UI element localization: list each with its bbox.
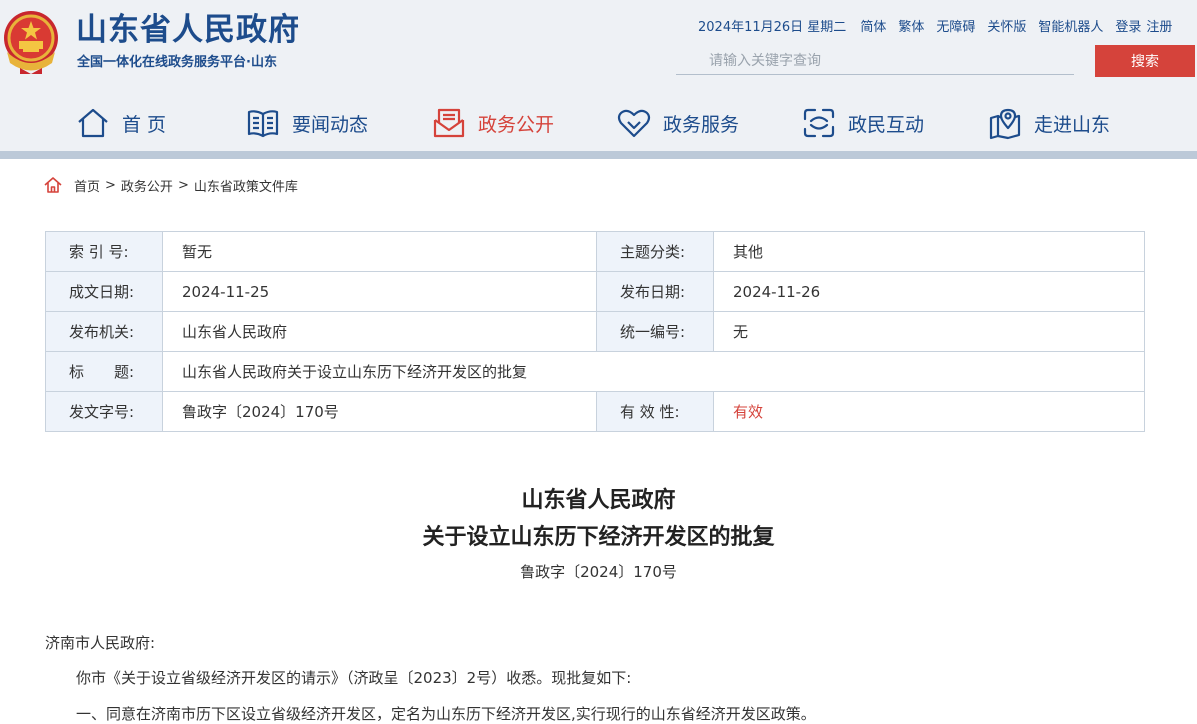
meta-label: 成文日期: [45, 271, 163, 312]
interaction-icon [803, 108, 835, 138]
link-traditional[interactable]: 繁体 [898, 16, 924, 35]
document-title-line2: 关于设立山东历下经济开发区的批复 [422, 525, 775, 550]
nav-item-shandong[interactable]: 走进山东 [988, 100, 1110, 146]
link-smart-robot[interactable]: 智能机器人 [1038, 16, 1103, 35]
nav-label: 首 页 [122, 113, 167, 136]
current-date: 2024年11月26日 星期二 [698, 19, 847, 35]
site-subtitle: 全国一体化在线政务服务平台·山东 [77, 55, 277, 70]
nav-item-home[interactable]: 首 页 [76, 100, 166, 146]
document-metadata-table: 索 引 号: 暂无 主题分类: 其他 成文日期: 2024-11-25 发布日期… [45, 231, 1145, 432]
breadcrumb-separator: > [177, 177, 189, 193]
book-icon [247, 110, 279, 138]
search-input[interactable] [676, 47, 1074, 75]
link-accessibility[interactable]: 无障碍 [936, 16, 975, 35]
meta-value: 鲁政字〔2024〕170号 [162, 391, 597, 432]
table-row: 成文日期: 2024-11-25 发布日期: 2024-11-26 [45, 271, 1145, 312]
nav-label: 政务公开 [478, 113, 555, 136]
document-paragraph: 一、同意在济南市历下区设立省级经济开发区，定名为山东历下经济开发区,实行现行的山… [76, 705, 816, 723]
table-row: 标 题: 山东省人民政府关于设立山东历下经济开发区的批复 [45, 351, 1145, 392]
link-simplified[interactable]: 简体 [860, 16, 886, 35]
meta-value: 2024-11-26 [713, 271, 1145, 312]
site-title[interactable]: 山东省人民政府 [76, 8, 300, 52]
top-utility-bar: 2024年11月26日 星期二 简体 繁体 无障碍 关怀版 智能机器人 登录 注册 [698, 14, 1189, 36]
nav-item-news[interactable]: 要闻动态 [246, 100, 368, 146]
meta-label: 索 引 号: [45, 231, 163, 272]
meta-label: 发文字号: [45, 391, 163, 432]
meta-label: 发布日期: [596, 271, 714, 312]
validity-status: 有效 [713, 391, 1145, 432]
national-emblem-icon[interactable] [2, 8, 60, 76]
header-divider [0, 151, 1197, 159]
search-button[interactable]: 搜索 [1095, 45, 1195, 77]
home-icon [78, 108, 108, 138]
login-link[interactable]: 登录 [1115, 20, 1141, 35]
document-salutation: 济南市人民政府: [45, 634, 156, 652]
meta-label: 发布机关: [45, 311, 163, 352]
nav-label: 政务服务 [663, 113, 740, 136]
meta-label: 标 题: [45, 351, 163, 392]
nav-item-gov-affairs[interactable]: 政务公开 [432, 100, 554, 146]
breadcrumb-item-home[interactable]: 首页 [74, 176, 100, 195]
auth-links: 登录 注册 [1115, 16, 1177, 35]
breadcrumb-item-gov-affairs[interactable]: 政务公开 [121, 176, 173, 195]
meta-label: 有 效 性: [596, 391, 714, 432]
nav-item-interaction[interactable]: 政民互动 [802, 100, 924, 146]
meta-value: 山东省人民政府 [162, 311, 597, 352]
table-row: 索 引 号: 暂无 主题分类: 其他 [45, 231, 1145, 272]
breadcrumb-item-policy-library[interactable]: 山东省政策文件库 [194, 176, 298, 195]
meta-value: 无 [713, 311, 1145, 352]
mail-icon [433, 108, 465, 138]
home-icon [44, 177, 62, 193]
meta-label: 主题分类: [596, 231, 714, 272]
breadcrumb: 首页 > 政务公开 > 山东省政策文件库 [44, 175, 298, 195]
register-link[interactable]: 注册 [1146, 20, 1172, 35]
nav-label: 走进山东 [1034, 113, 1111, 136]
nav-item-services[interactable]: 政务服务 [617, 100, 739, 146]
document-paragraph: 你市《关于设立省级经济开发区的请示》（济政呈〔2023〕2号）收悉。现批复如下: [76, 669, 632, 687]
meta-value: 其他 [713, 231, 1145, 272]
heart-icon [617, 109, 651, 138]
meta-value: 山东省人民政府关于设立山东历下经济开发区的批复 [162, 351, 1145, 392]
link-care-mode[interactable]: 关怀版 [987, 16, 1026, 35]
main-nav: 首 页 要闻动态 政务公开 政务服务 政民互动 走进山东 [0, 100, 1197, 146]
table-row: 发文字号: 鲁政字〔2024〕170号 有 效 性: 有效 [45, 391, 1145, 432]
table-row: 发布机关: 山东省人民政府 统一编号: 无 [45, 311, 1145, 352]
meta-value: 暂无 [162, 231, 597, 272]
nav-label: 要闻动态 [292, 113, 369, 136]
meta-value: 2024-11-25 [162, 271, 597, 312]
document-number: 鲁政字〔2024〕170号 [520, 563, 677, 581]
meta-label: 统一编号: [596, 311, 714, 352]
breadcrumb-separator: > [105, 177, 116, 193]
nav-label: 政民互动 [848, 113, 925, 136]
map-pin-icon [989, 108, 1021, 140]
document-title-line1: 山东省人民政府 [521, 488, 676, 513]
